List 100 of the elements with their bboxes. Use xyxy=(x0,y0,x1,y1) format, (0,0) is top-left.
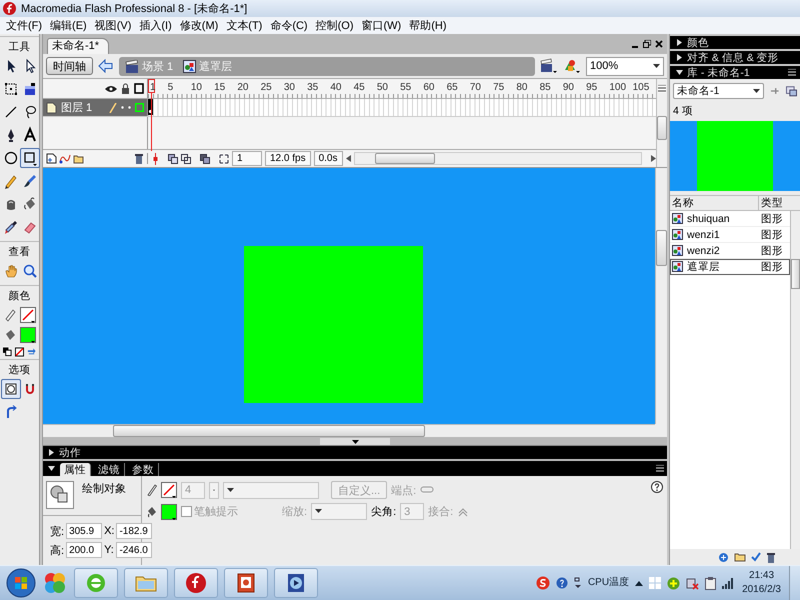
scrollbar[interactable] xyxy=(790,211,800,549)
media-player-button[interactable] xyxy=(274,568,318,598)
menu-item[interactable]: 编辑(E) xyxy=(46,18,91,33)
elapsed-time: 0.0s xyxy=(314,151,342,166)
expand-arrow-icon[interactable] xyxy=(676,39,683,46)
frame-number: 60 xyxy=(423,81,436,95)
add-folder-icon[interactable] xyxy=(73,154,84,164)
new-folder-icon[interactable] xyxy=(734,552,746,562)
network-error-icon[interactable] xyxy=(686,576,700,590)
fill-color-swatch[interactable] xyxy=(161,504,177,520)
menu-item[interactable]: 文件(F) xyxy=(2,18,46,33)
menu-item[interactable]: 视图(V) xyxy=(90,18,136,33)
playhead[interactable] xyxy=(148,79,155,151)
menu-item[interactable]: 命令(C) xyxy=(266,18,312,33)
stroke-color-swatch[interactable] xyxy=(20,307,36,323)
paint-bucket-icon[interactable] xyxy=(3,328,17,342)
rectangle-icon[interactable] xyxy=(20,148,40,168)
lock-icon[interactable] xyxy=(121,83,130,94)
clipboard-icon[interactable] xyxy=(705,576,716,590)
collapse-arrow-icon[interactable] xyxy=(48,465,55,472)
folder-button[interactable] xyxy=(124,568,168,598)
menu-item[interactable]: 修改(M) xyxy=(176,18,222,33)
flash-logo-icon xyxy=(3,2,16,15)
document-tab[interactable]: 未命名-1* xyxy=(47,38,110,54)
checkbox[interactable] xyxy=(181,506,192,517)
input-method-icon[interactable] xyxy=(536,576,550,590)
panel-header[interactable]: 库 - 未命名-1 xyxy=(670,66,800,79)
signal-icon[interactable] xyxy=(722,578,734,588)
color-balls-icon[interactable] xyxy=(42,570,68,596)
frame-number: 100 xyxy=(609,81,628,95)
new-symbol-icon[interactable] xyxy=(718,552,729,562)
column-header[interactable]: 名称 xyxy=(670,196,759,210)
pencil-icon[interactable] xyxy=(3,308,17,322)
library-item[interactable]: shuiquan 图形 xyxy=(670,211,790,227)
scroll-left-icon[interactable] xyxy=(346,155,350,162)
edit-symbol-icon[interactable] xyxy=(563,58,581,74)
scrollbar[interactable] xyxy=(655,168,667,424)
collapse-handle[interactable] xyxy=(320,438,390,445)
fill-color-swatch[interactable] xyxy=(20,327,36,343)
x-field[interactable]: -182.9 xyxy=(116,523,152,539)
field-label: X: xyxy=(104,525,114,537)
object-drawing-icon[interactable] xyxy=(1,379,21,399)
panel-header[interactable]: 颜色 xyxy=(670,36,800,49)
menu-item[interactable]: 插入(I) xyxy=(135,18,176,33)
library-item[interactable]: wenzi1 图形 xyxy=(670,227,790,243)
onion-markers-icon[interactable] xyxy=(219,154,229,164)
zoom-dropdown[interactable]: 100% xyxy=(586,56,664,76)
frame-number: 85 xyxy=(540,81,552,95)
scrollbar[interactable] xyxy=(43,424,655,437)
new-library-icon[interactable] xyxy=(786,86,798,96)
expand-arrow-icon[interactable] xyxy=(48,449,55,456)
timeline-button[interactable]: 时间轴 xyxy=(46,57,93,75)
edit-scene-icon[interactable] xyxy=(540,58,558,74)
back-arrow-icon[interactable] xyxy=(98,59,114,73)
outline-icon[interactable] xyxy=(134,83,144,94)
trash-icon[interactable] xyxy=(134,153,144,164)
field-label: Y: xyxy=(104,544,114,556)
stroke-color-swatch[interactable] xyxy=(161,482,177,498)
height-field[interactable]: 200.0 xyxy=(66,542,102,558)
y-field[interactable]: -246.0 xyxy=(116,542,152,558)
panel-tab[interactable]: 属性 xyxy=(60,463,91,476)
tray-menu-icon[interactable] xyxy=(574,577,582,589)
width-field[interactable]: 305.9 xyxy=(66,523,102,539)
start-button[interactable] xyxy=(6,568,36,598)
library-dropdown[interactable]: 未命名-1 xyxy=(673,83,764,99)
column-header[interactable]: 类型 xyxy=(759,196,800,210)
menu-item[interactable]: 控制(O) xyxy=(312,18,358,33)
default-colors-icon[interactable] xyxy=(3,347,12,357)
menu-item[interactable]: 帮助(H) xyxy=(405,18,450,33)
add-layer-icon[interactable] xyxy=(46,153,57,164)
menu-item[interactable]: 文本(T) xyxy=(222,18,266,33)
panel-menu-icon[interactable] xyxy=(658,85,666,92)
scrollbar[interactable] xyxy=(354,152,642,165)
menu-item[interactable]: 窗口(W) xyxy=(358,18,406,33)
collapse-arrow-icon[interactable] xyxy=(676,69,683,76)
show-hidden-icon[interactable] xyxy=(635,580,644,586)
delete-icon[interactable] xyxy=(766,552,776,562)
onion-skin-icon[interactable] xyxy=(168,154,178,164)
slides-button[interactable] xyxy=(224,568,268,598)
caret-icon xyxy=(753,88,760,94)
properties-icon[interactable] xyxy=(751,552,761,562)
onion-outline-icon[interactable] xyxy=(181,154,191,164)
layer-row[interactable]: 图层 1 xyxy=(43,99,148,116)
pin-icon[interactable] xyxy=(770,86,780,96)
no-color-icon[interactable] xyxy=(15,347,24,357)
flash-button[interactable] xyxy=(174,568,218,598)
expand-arrow-icon[interactable] xyxy=(676,54,683,61)
eye-icon[interactable] xyxy=(105,84,117,92)
library-item[interactable]: 遮罩层 图形 xyxy=(670,259,790,275)
restore-icon[interactable] xyxy=(643,40,651,48)
help-icon[interactable] xyxy=(651,481,663,493)
library-item[interactable]: wenzi2 图形 xyxy=(670,243,790,259)
center-frame-icon[interactable] xyxy=(152,152,159,164)
swap-colors-icon[interactable] xyxy=(27,347,36,357)
panel-header[interactable]: 对齐 & 信息 & 变形 xyxy=(670,51,800,64)
help-icon[interactable] xyxy=(556,577,568,589)
close-icon[interactable] xyxy=(655,40,663,48)
edit-frames-icon[interactable] xyxy=(200,154,210,164)
add-guide-icon[interactable] xyxy=(59,153,71,164)
security-icon[interactable] xyxy=(667,576,680,590)
